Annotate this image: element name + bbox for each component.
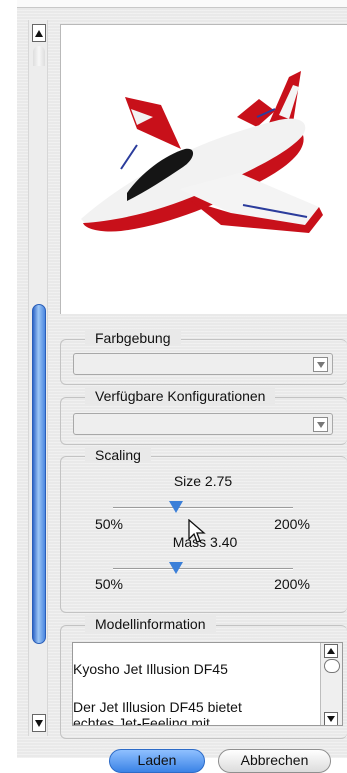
color-scheme-group: Farbgebung: [60, 330, 347, 385]
size-slider-track[interactable]: [113, 507, 293, 509]
info-scroll-thumb[interactable]: [324, 659, 340, 673]
configurations-group: Verfügbare Konfigurationen: [60, 388, 347, 445]
scroll-track-cap: [33, 46, 45, 66]
model-info-scrollbar[interactable]: [320, 643, 342, 725]
vertical-scrollbar[interactable]: [28, 20, 48, 736]
size-slider-knob[interactable]: [169, 501, 183, 513]
arrow-up-icon: [35, 29, 43, 37]
mass-max-label: 200%: [274, 576, 310, 592]
scaling-title: Scaling: [85, 447, 151, 463]
info-scroll-up-button[interactable]: [324, 644, 338, 658]
description-line-1: Der Jet Illusion DF45 bietet: [73, 699, 242, 715]
panel-top-edge: [17, 0, 347, 8]
configurations-title: Verfügbare Konfigurationen: [85, 388, 276, 404]
model-name-line: Kyosho Jet Illusion DF45: [73, 661, 228, 677]
mouse-pointer-icon: [188, 519, 206, 543]
chevron-down-icon[interactable]: [313, 417, 328, 432]
dropdown-triangle: [316, 421, 325, 428]
mass-min-label: 50%: [94, 576, 124, 592]
description-line-2: echtes Jet-Feeling mit: [73, 715, 210, 726]
scroll-thumb[interactable]: [32, 304, 46, 644]
info-scroll-down-button[interactable]: [324, 712, 338, 725]
chevron-down-icon[interactable]: [313, 357, 328, 372]
far-wing: [125, 97, 181, 149]
arrow-down-icon: [35, 719, 43, 727]
stripe-a: [120, 144, 138, 170]
color-scheme-title: Farbgebung: [85, 330, 181, 346]
jet-model-image: [81, 71, 323, 233]
configurations-select[interactable]: [73, 413, 333, 435]
color-scheme-select[interactable]: [73, 353, 333, 375]
mass-slider-knob[interactable]: [169, 562, 183, 574]
arrow-down-icon: [327, 716, 335, 722]
size-min-label: 50%: [94, 516, 124, 532]
scroll-up-button[interactable]: [32, 24, 46, 42]
cancel-button[interactable]: Abbrechen: [218, 749, 331, 773]
mass-slider-track[interactable]: [113, 568, 293, 570]
scroll-down-button[interactable]: [32, 714, 46, 732]
model-info-textarea[interactable]: Kyosho Jet Illusion DF45 Der Jet Illusio…: [72, 642, 343, 726]
size-max-label: 200%: [274, 516, 310, 532]
size-label: Size 2.75: [173, 473, 233, 489]
model-info-title: Modellinformation: [85, 616, 216, 632]
aircraft-preview: [60, 24, 347, 314]
dropdown-triangle: [316, 361, 325, 368]
load-button[interactable]: Laden: [109, 749, 205, 773]
arrow-up-icon: [327, 648, 335, 654]
